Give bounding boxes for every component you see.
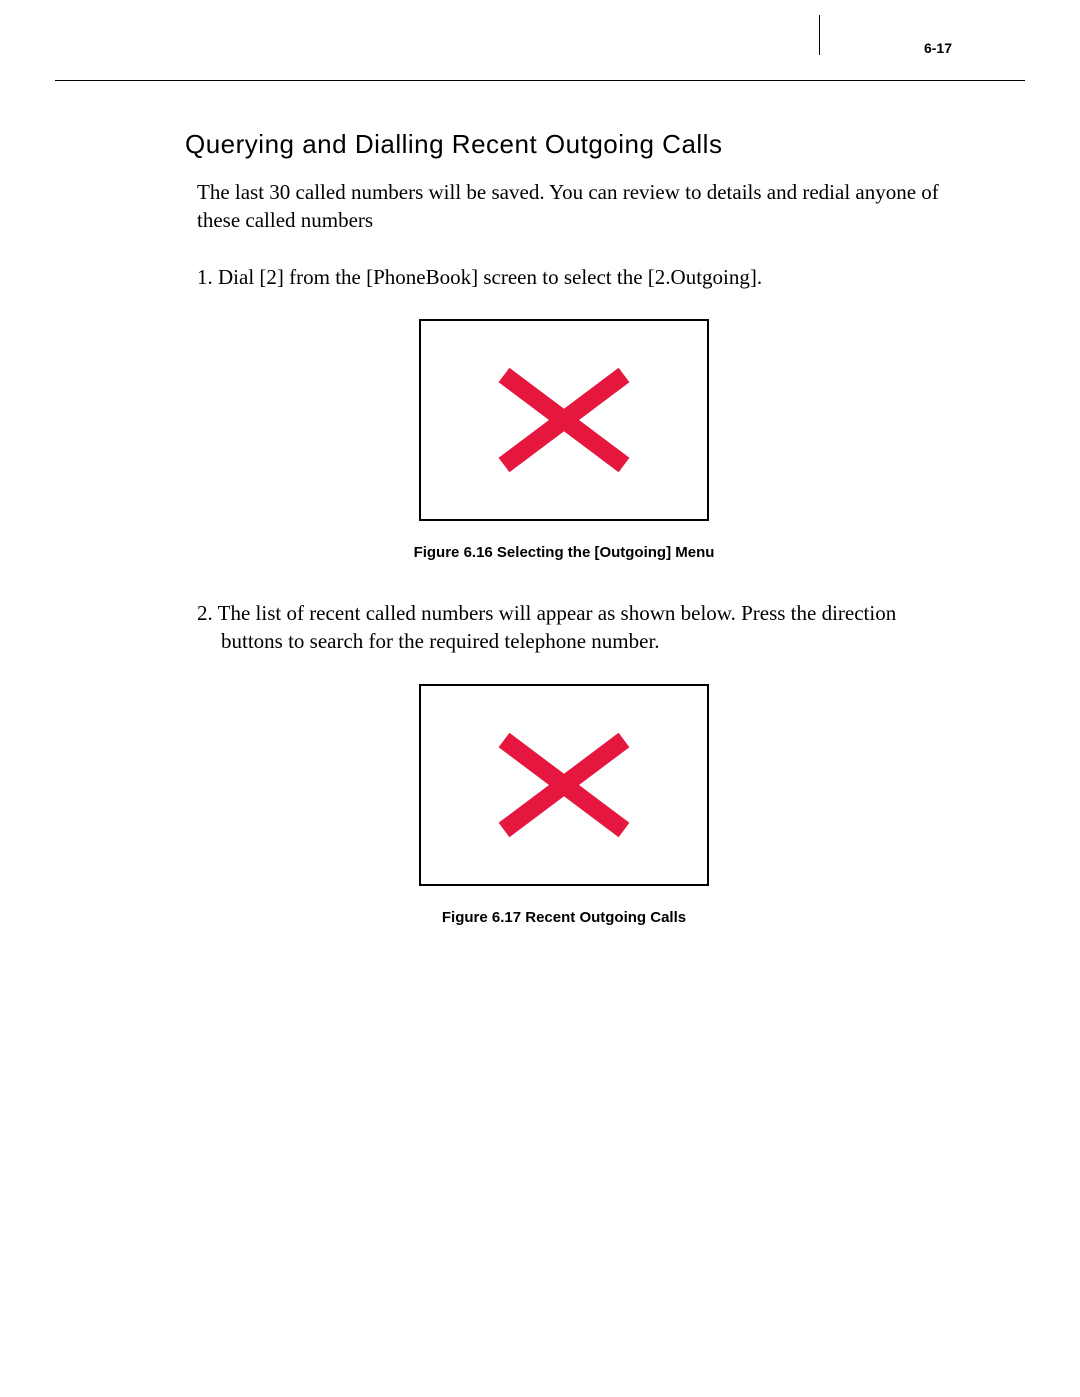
broken-image-icon (494, 730, 634, 840)
figure-6-16: Figure 6.16 Selecting the [Outgoing] Men… (185, 319, 943, 561)
section-title: Querying and Dialling Recent Outgoing Ca… (185, 129, 943, 160)
intro-paragraph: The last 30 called numbers will be saved… (185, 178, 943, 235)
page-content: Querying and Dialling Recent Outgoing Ca… (55, 81, 1025, 926)
figure-6-17-caption: Figure 6.17 Recent Outgoing Calls (185, 909, 943, 926)
document-page: 6-17 Querying and Dialling Recent Outgoi… (0, 0, 1080, 1004)
page-number: 6-17 (924, 40, 952, 56)
step-1-text: 1. Dial [2] from the [PhoneBook] screen … (185, 263, 943, 291)
figure-image-placeholder (419, 684, 709, 886)
step-2-text: 2. The list of recent called numbers wil… (209, 599, 943, 656)
figure-6-16-caption: Figure 6.16 Selecting the [Outgoing] Men… (185, 544, 943, 561)
header-vertical-divider (819, 15, 820, 55)
figure-image-placeholder (419, 319, 709, 521)
broken-image-icon (494, 365, 634, 475)
page-header: 6-17 (55, 35, 1025, 60)
figure-6-17: Figure 6.17 Recent Outgoing Calls (185, 684, 943, 926)
